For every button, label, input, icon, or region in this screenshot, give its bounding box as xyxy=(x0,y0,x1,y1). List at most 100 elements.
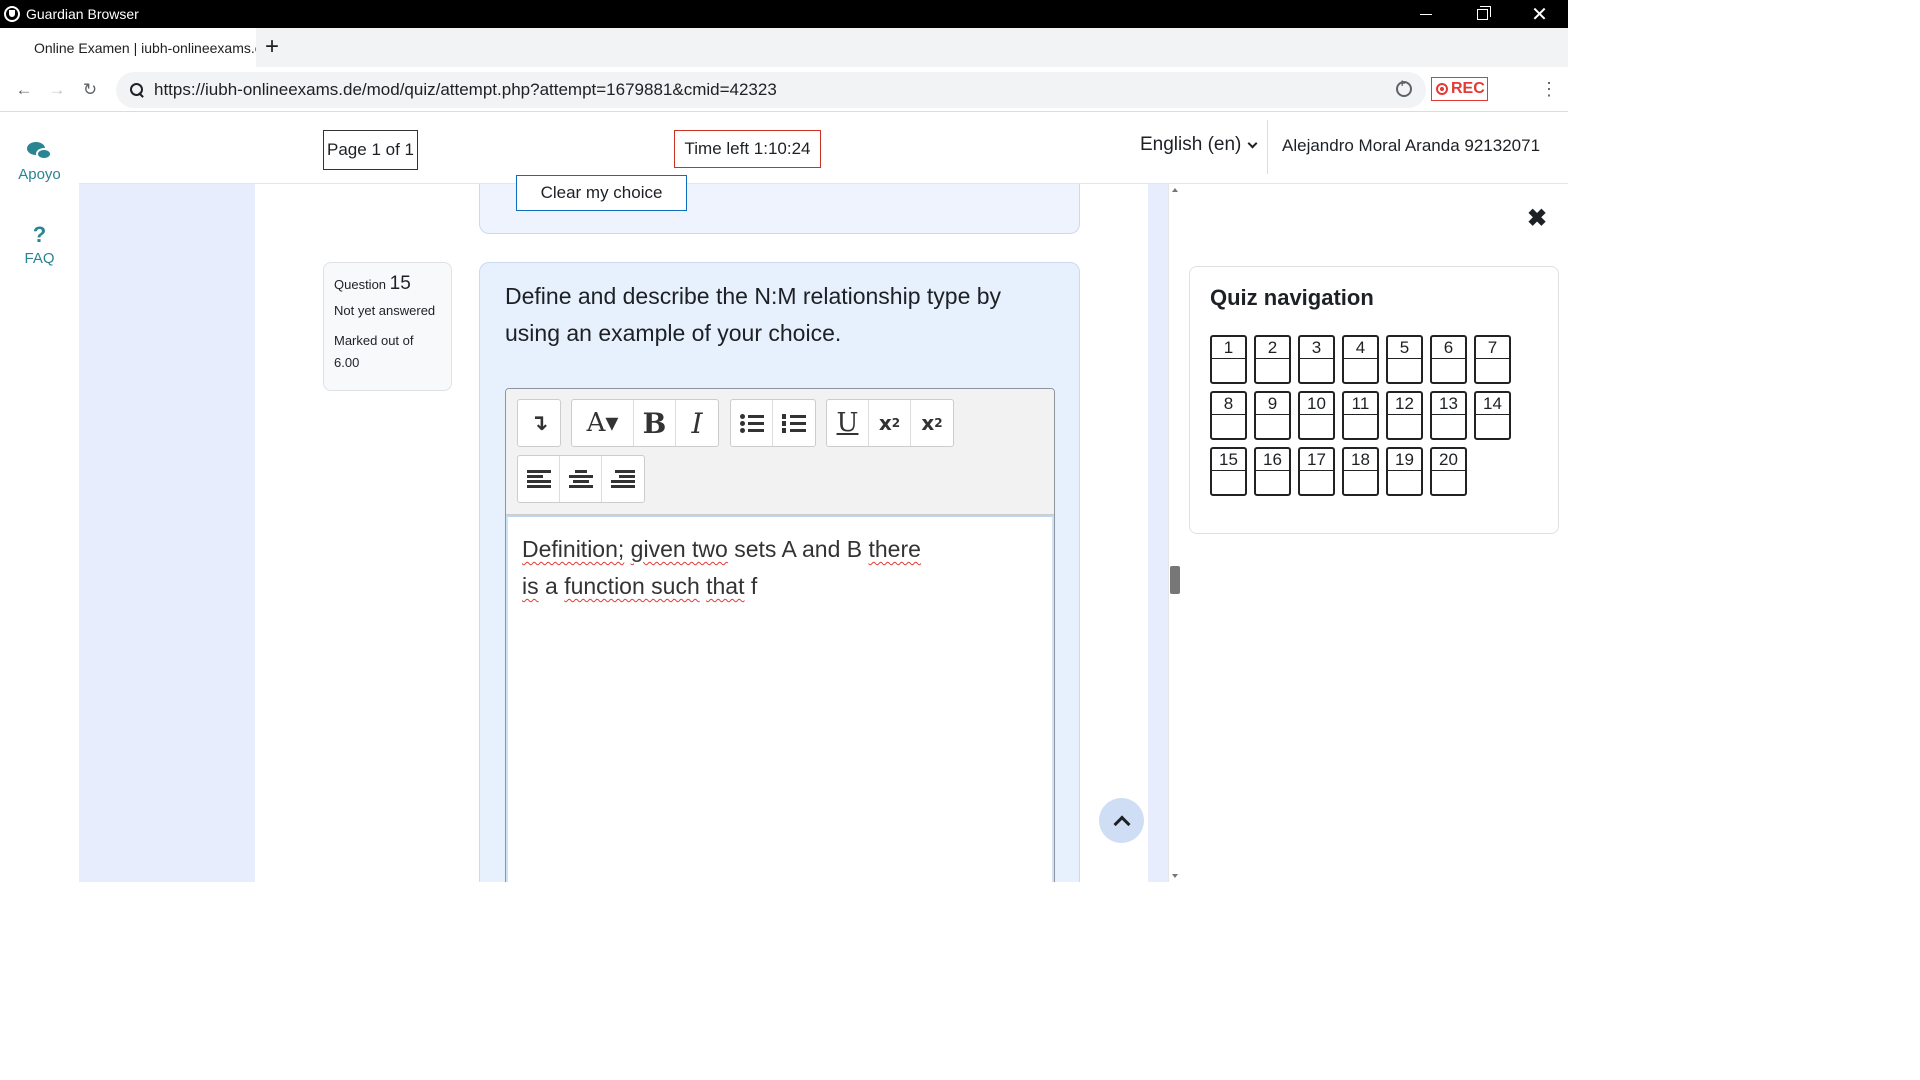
timer: Time left 1:10:24 xyxy=(674,130,821,168)
toolbar-group-align xyxy=(517,455,645,503)
window-controls: ✕ xyxy=(1397,0,1568,28)
expand-toolbar-button[interactable]: ↴ xyxy=(518,400,560,446)
window-title: Guardian Browser xyxy=(26,6,139,22)
misspelled-word: function such xyxy=(564,573,700,599)
quiz-nav-question-button[interactable]: 20 xyxy=(1430,447,1467,496)
quiz-nav-question-button[interactable]: 1 xyxy=(1210,335,1247,384)
quiz-nav-question-button[interactable]: 6 xyxy=(1430,335,1467,384)
underline-button[interactable]: U xyxy=(827,400,869,446)
scroll-up-icon[interactable] xyxy=(1172,188,1178,192)
question-mark: Marked out of 6.00 xyxy=(334,333,414,370)
restore-button[interactable] xyxy=(1454,0,1511,28)
tab-title: Online Examen | iubh-onlineexams.c xyxy=(34,39,256,56)
misspelled-word: there xyxy=(868,536,921,562)
language-selector[interactable]: English (en) xyxy=(1140,134,1258,156)
scroll-down-icon[interactable] xyxy=(1172,874,1178,878)
page-indicator: Page 1 of 1 xyxy=(323,130,418,170)
quiz-nav-question-button[interactable]: 19 xyxy=(1386,447,1423,496)
tab-strip: Online Examen | iubh-onlineexams.c + xyxy=(0,28,1568,67)
answer-text: f xyxy=(744,573,758,599)
subscript-label: x xyxy=(878,411,892,435)
bold-button[interactable]: B xyxy=(634,400,676,446)
italic-button[interactable]: I xyxy=(676,400,718,446)
align-center-button[interactable] xyxy=(560,456,602,502)
quiz-nav-question-button[interactable]: 14 xyxy=(1474,391,1511,440)
browser-tab[interactable]: Online Examen | iubh-onlineexams.c xyxy=(0,28,256,67)
new-tab-button[interactable]: + xyxy=(260,35,284,60)
align-left-button[interactable] xyxy=(518,456,560,502)
restore-icon xyxy=(1477,5,1491,20)
quiz-nav-question-number: 2 xyxy=(1256,337,1289,359)
numbered-list-button[interactable] xyxy=(773,400,815,446)
close-drawer-button[interactable]: ✖ xyxy=(1527,207,1547,231)
quiz-nav-question-button[interactable]: 12 xyxy=(1386,391,1423,440)
superscript-button[interactable]: x2 xyxy=(911,400,953,446)
quiz-nav-question-number: 19 xyxy=(1388,449,1421,471)
quiz-nav-question-button[interactable]: 9 xyxy=(1254,391,1291,440)
quiz-nav-question-number: 6 xyxy=(1432,337,1465,359)
scrollbar-thumb[interactable] xyxy=(1170,566,1180,594)
font-style-button[interactable]: A▾ xyxy=(572,400,634,446)
answer-line: Definition; given two sets A and B there xyxy=(522,531,1038,568)
chevron-down-icon xyxy=(1247,138,1258,148)
align-right-icon xyxy=(611,469,635,489)
editor-toolbar: ↴ A▾ B I U x 2 x 2 xyxy=(506,389,1054,515)
close-icon: ✕ xyxy=(1531,3,1548,26)
back-icon[interactable]: ← xyxy=(13,79,35,101)
url-field[interactable]: https://iubh-onlineexams.de/mod/quiz/att… xyxy=(116,72,1426,108)
shield-icon xyxy=(4,6,20,22)
scroll-to-top-button[interactable] xyxy=(1099,798,1144,843)
quiz-nav-question-button[interactable]: 13 xyxy=(1430,391,1467,440)
quiz-nav-question-button[interactable]: 2 xyxy=(1254,335,1291,384)
zoom-icon[interactable] xyxy=(1396,78,1414,99)
bullet-list-button[interactable] xyxy=(731,400,773,446)
forward-icon[interactable]: → xyxy=(46,79,68,101)
help-icon: ? xyxy=(32,222,47,247)
answer-text-area[interactable]: Definition; given two sets A and B there… xyxy=(506,515,1054,882)
chat-icon xyxy=(26,140,53,162)
quiz-header: Page 1 of 1 Time left 1:10:24 English (e… xyxy=(79,112,1568,184)
numbered-list-icon xyxy=(782,413,806,433)
quiz-nav-question-button[interactable]: 7 xyxy=(1474,335,1511,384)
quiz-nav-question-button[interactable]: 16 xyxy=(1254,447,1291,496)
quiz-nav-question-number: 5 xyxy=(1388,337,1421,359)
browser-window: Guardian Browser ✕ Online Examen | iubh-… xyxy=(0,0,1568,882)
minimize-icon xyxy=(1419,13,1432,15)
quiz-nav-question-number: 7 xyxy=(1476,337,1509,359)
quiz-nav-question-button[interactable]: 8 xyxy=(1210,391,1247,440)
quiz-nav-question-number: 17 xyxy=(1300,449,1333,471)
minimize-button[interactable] xyxy=(1397,0,1454,28)
superscript-label: x xyxy=(921,411,935,435)
reload-icon[interactable]: ↻ xyxy=(79,79,101,101)
quiz-nav-question-number: 18 xyxy=(1344,449,1377,471)
clear-choice-button[interactable]: Clear my choice xyxy=(516,175,687,211)
faq-label: FAQ xyxy=(24,250,55,267)
rec-label: REC xyxy=(1451,80,1485,97)
quiz-nav-question-number: 20 xyxy=(1432,449,1465,471)
close-window-button[interactable]: ✕ xyxy=(1511,0,1568,28)
quiz-nav-question-button[interactable]: 11 xyxy=(1342,391,1379,440)
quiz-nav-question-button[interactable]: 15 xyxy=(1210,447,1247,496)
scrollbar[interactable] xyxy=(1169,184,1181,882)
quiz-nav-question-button[interactable]: 3 xyxy=(1298,335,1335,384)
question-label: Question xyxy=(334,277,387,292)
toolbar-group-lists xyxy=(730,399,816,447)
question-info: Question 15 Not yet answered Marked out … xyxy=(323,262,452,391)
quiz-nav-question-button[interactable]: 18 xyxy=(1342,447,1379,496)
language-label: English (en) xyxy=(1140,134,1242,155)
quiz-nav-question-button[interactable]: 5 xyxy=(1386,335,1423,384)
url-text[interactable]: https://iubh-onlineexams.de/mod/quiz/att… xyxy=(154,80,777,100)
quiz-nav-question-button[interactable]: 17 xyxy=(1298,447,1335,496)
faq-button[interactable]: ? FAQ xyxy=(0,222,79,267)
align-center-icon xyxy=(568,469,593,489)
quiz-nav-question-button[interactable]: 4 xyxy=(1342,335,1379,384)
answer-text: sets A and B xyxy=(727,536,869,562)
support-button[interactable]: Apoyo xyxy=(0,140,79,183)
quiz-nav-question-number: 1 xyxy=(1212,337,1245,359)
menu-icon[interactable]: ⋮ xyxy=(1540,79,1558,99)
subscript-button[interactable]: x2 xyxy=(869,400,911,446)
answer-editor: ↴ A▾ B I U x 2 x 2 Definition; given two… xyxy=(505,388,1055,882)
align-right-button[interactable] xyxy=(602,456,644,502)
chevron-up-icon xyxy=(1113,815,1130,832)
quiz-nav-question-button[interactable]: 10 xyxy=(1298,391,1335,440)
